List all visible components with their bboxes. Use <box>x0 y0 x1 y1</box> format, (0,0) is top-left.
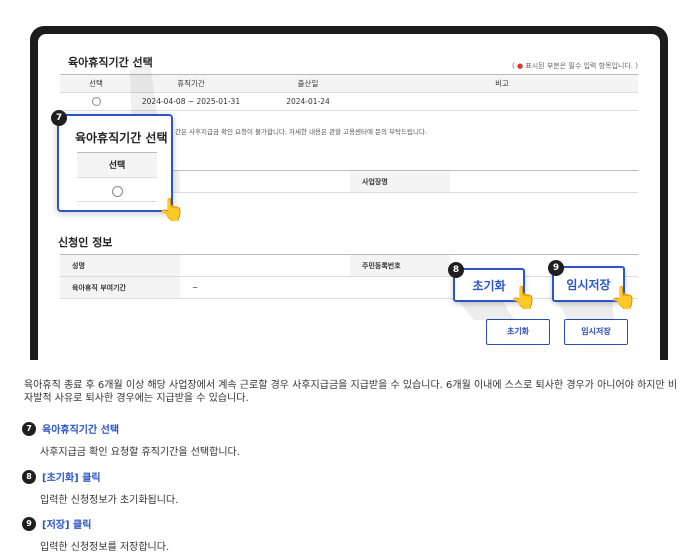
select-cell <box>60 92 132 111</box>
notice-text: 간은 사후지급금 확인 요청이 불가합니다. 자세한 내용은 관할 고용센터에 … <box>175 128 428 136</box>
reset-button[interactable]: 초기화 <box>486 319 550 345</box>
period-radio[interactable] <box>91 97 101 107</box>
step-9-body: 입력한 신청정보를 저장합니다. <box>40 542 170 553</box>
required-dot-icon: ● <box>516 62 524 70</box>
step-badge-icon: 9 <box>22 516 36 531</box>
workplace-name-label: 사업장명 <box>350 170 450 193</box>
callout-radio-cell <box>77 178 157 202</box>
callout-title: 육아휴직기간 선택 <box>75 131 168 145</box>
birth-date-cell: 2024-01-24 <box>250 92 366 111</box>
leave-granted-period-value: ~ <box>180 276 350 299</box>
name-label: 성명 <box>60 254 180 277</box>
note-cell <box>366 92 638 111</box>
step-8-heading: 8 [초기화] 클릭 <box>22 469 101 484</box>
callout-leave-period: 육아휴직기간 선택 선택 <box>57 114 173 212</box>
col-select: 선택 <box>60 74 132 93</box>
col-note: 비고 <box>366 74 638 93</box>
step-title: [저장] 클릭 <box>42 520 92 531</box>
step-title: [초기화] 클릭 <box>42 473 101 484</box>
pointing-hand-icon: 👆 <box>158 198 186 223</box>
workplace-blank-value <box>180 170 350 193</box>
step-7-heading: 7 육아휴직기간 선택 <box>22 421 119 436</box>
empty-cell <box>350 276 450 299</box>
leave-granted-period-label: 육아휴직 부여기간 <box>60 276 180 299</box>
step-badge-icon: 7 <box>22 421 36 436</box>
intro-text: 육아휴직 종료 후 6개월 이상 해당 사업장에서 계속 근로할 경우 사후지급… <box>24 380 678 404</box>
required-note-text: 표시된 부분은 필수 입력 항목입니다. <box>525 62 634 70</box>
callout-radio-icon[interactable] <box>111 186 123 197</box>
col-birth-date: 출산일 <box>250 74 366 93</box>
name-value <box>180 254 350 277</box>
step-badge-icon: 9 <box>548 260 564 276</box>
pointing-hand-icon: 👆 <box>510 286 538 311</box>
temp-save-button[interactable]: 임시저장 <box>564 319 628 345</box>
resident-number-label: 주민등록번호 <box>350 254 450 277</box>
step-badge-icon: 8 <box>448 262 464 278</box>
callout-col-header: 선택 <box>77 152 157 178</box>
applicant-section-title: 신청인 정보 <box>58 236 113 249</box>
pointing-hand-icon: 👆 <box>610 286 638 311</box>
step-badge-icon: 8 <box>22 469 36 484</box>
step-9-heading: 9 [저장] 클릭 <box>22 516 91 531</box>
required-note: ( ● 표시된 부분은 필수 입력 항목입니다. ) <box>511 62 638 70</box>
step-7-body: 사후지급금 확인 요청할 휴직기간을 선택합니다. <box>40 447 240 458</box>
workplace-name-value[interactable] <box>450 170 638 193</box>
step-8-body: 입력한 신청정보가 초기화됩니다. <box>40 495 179 506</box>
step-title: 육아휴직기간 선택 <box>42 425 120 436</box>
step-badge-icon: 7 <box>51 110 67 126</box>
